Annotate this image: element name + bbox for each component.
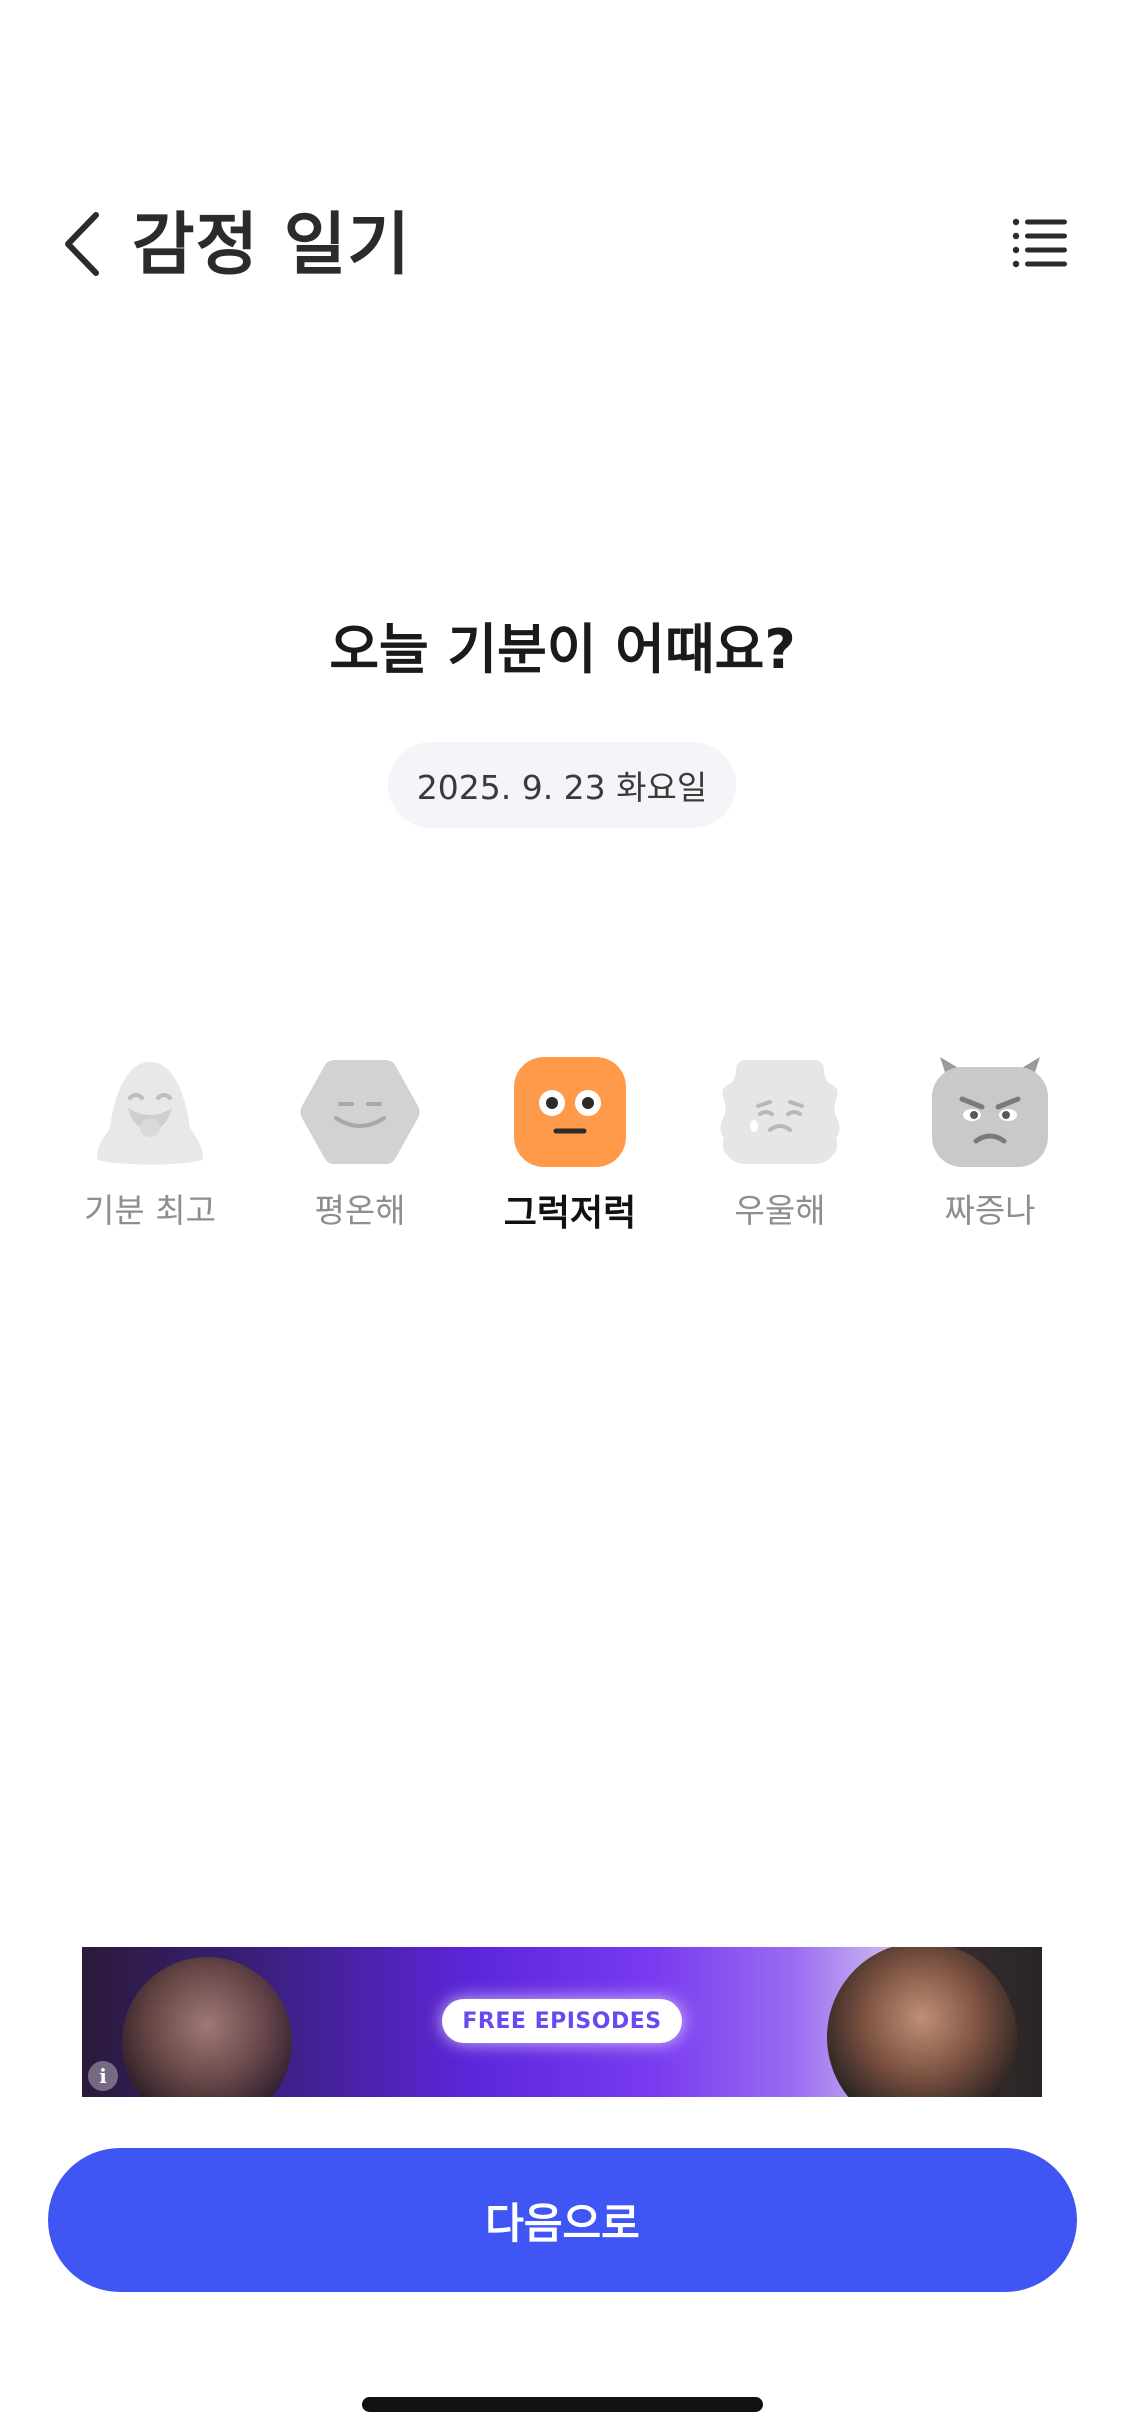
ghost-happy-face-icon [86, 1052, 214, 1172]
home-indicator[interactable] [362, 2397, 763, 2412]
back-button[interactable] [52, 206, 112, 286]
mood-label-best: 기분 최고 [84, 1191, 216, 1230]
mood-label-soso: 그럭저럭 [503, 1193, 637, 1234]
menu-button[interactable] [1007, 212, 1073, 278]
mood-question: 오늘 기분이 어때요? [329, 618, 796, 681]
date-badge[interactable]: 2025. 9. 23 화요일 [388, 742, 736, 828]
mood-label-calm: 평온해 [314, 1191, 406, 1230]
hexagon-calm-face-icon [296, 1052, 424, 1172]
emotion-diary-screen: 감정 일기 오늘 기분이 어때요? 2025. 9. 23 화요일 기분 최고 … [0, 0, 1125, 2436]
next-button[interactable]: 다음으로 [48, 2148, 1077, 2292]
mood-option-sad[interactable]: 우울해 [680, 1052, 880, 1242]
cloud-sad-face-icon [716, 1052, 844, 1172]
horned-angry-face-icon [926, 1052, 1054, 1172]
square-neutral-face-icon [506, 1052, 634, 1172]
mood-option-best[interactable]: 기분 최고 [50, 1052, 250, 1242]
mood-label-annoyed: 짜증나 [944, 1191, 1036, 1230]
mood-option-soso[interactable]: 그럭저럭 [470, 1052, 670, 1242]
page-title: 감정 일기 [132, 206, 411, 285]
date-label: 2025. 9. 23 화요일 [416, 768, 708, 807]
ad-cta-button[interactable]: FREE EPISODES [442, 1999, 682, 2043]
ad-banner[interactable]: FREE EPISODES i [82, 1947, 1042, 2097]
chevron-left-icon [60, 209, 104, 283]
list-menu-icon [1012, 217, 1068, 273]
ad-image-right [827, 1947, 1017, 2097]
info-icon[interactable]: i [88, 2061, 118, 2091]
mood-option-calm[interactable]: 평온해 [260, 1052, 460, 1242]
mood-option-annoyed[interactable]: 짜증나 [890, 1052, 1090, 1242]
mood-selector: 기분 최고 평온해 그럭저럭 우울해 짜증나 [0, 1052, 1125, 1242]
ad-image-left [122, 1957, 292, 2097]
mood-label-sad: 우울해 [734, 1191, 826, 1230]
